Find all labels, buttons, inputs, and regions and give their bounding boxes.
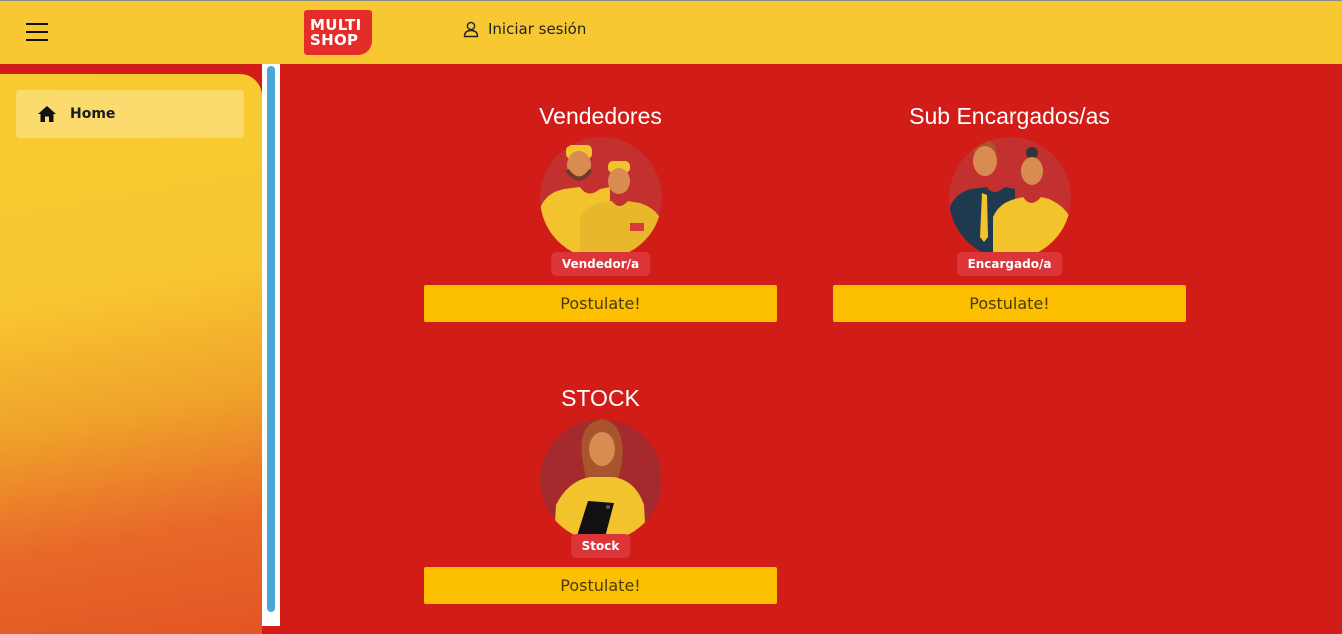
hamburger-menu-icon[interactable] [26, 23, 48, 41]
role-badge: Vendedor/a [550, 252, 651, 276]
encargado-avatar: Encargado/a [948, 137, 1071, 276]
home-icon [38, 106, 56, 122]
user-icon [463, 21, 479, 38]
multishop-logo[interactable]: MULTI SHOP [304, 10, 372, 55]
card-title: Vendedores [539, 103, 662, 129]
vendedor-illustration [539, 137, 662, 259]
sidebar: Home [0, 74, 262, 634]
apply-button-sub-encargados[interactable]: Postulate! [833, 285, 1186, 322]
vendedor-avatar: Vendedor/a [539, 137, 662, 276]
role-badge: Stock [570, 534, 631, 558]
job-card-sub-encargados: Sub Encargados/as Encargado/a Postulate! [833, 101, 1186, 322]
sidebar-item-label: Home [70, 106, 116, 122]
job-card-vendedores: Vendedores Vendedor/a Postulate! [424, 101, 777, 322]
top-bar: MULTI SHOP Iniciar sesión [0, 0, 1342, 64]
stock-illustration [539, 419, 662, 541]
card-title: STOCK [561, 385, 640, 411]
sidebar-item-home[interactable]: Home [16, 90, 244, 138]
role-badge: Encargado/a [956, 252, 1063, 276]
card-title: Sub Encargados/as [909, 103, 1110, 129]
apply-button-stock[interactable]: Postulate! [424, 567, 777, 604]
login-label: Iniciar sesión [488, 20, 587, 38]
job-card-stock: STOCK Stock Postulate! [424, 383, 777, 604]
sidebar-scrollbar[interactable] [267, 66, 275, 612]
logo-line-2: SHOP [310, 30, 359, 49]
stock-avatar: Stock [539, 419, 662, 558]
apply-button-vendedores[interactable]: Postulate! [424, 285, 777, 322]
encargado-illustration [948, 137, 1071, 259]
login-button[interactable]: Iniciar sesión [462, 20, 586, 38]
